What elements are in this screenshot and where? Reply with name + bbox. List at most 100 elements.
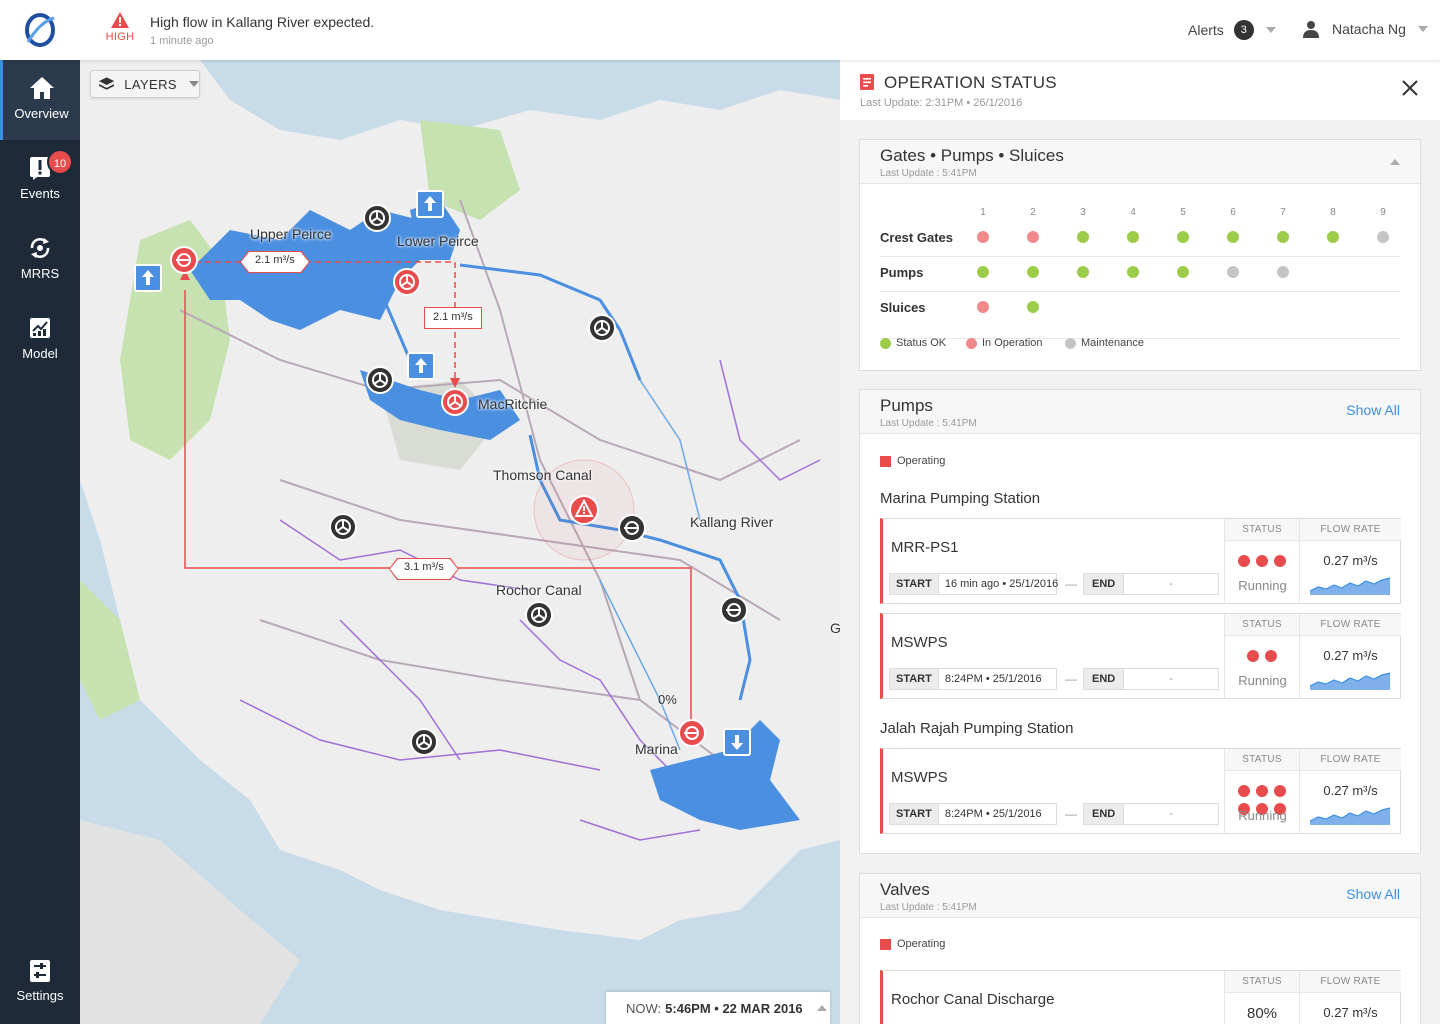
map-canvas[interactable] [80,60,840,1024]
layers-button[interactable]: LAYERS [90,70,200,98]
pump-unit-row[interactable]: MRR-PS1 START 16 min ago • 25/1/2016 — END - S… [880,518,1401,604]
status-dot[interactable] [977,266,989,278]
sidebar-item-events[interactable]: Events 10 [0,140,80,220]
card-header[interactable]: Gates • Pumps • Sluices Last Update : 5:… [860,140,1420,184]
chevron-up-icon[interactable] [816,1005,827,1011]
card-header: Pumps Last Update : 5:41PM Show All [860,390,1420,434]
running-dots [1225,636,1299,662]
show-all-link[interactable]: Show All [1346,402,1400,418]
status-row-label: Crest Gates [880,230,953,245]
flow-rate-header: FLOW RATE [1300,971,1401,993]
gate-up-icon[interactable] [407,352,435,380]
end-field: END - [1083,573,1219,595]
end-value: - [1169,808,1173,820]
status-dot[interactable] [977,301,989,313]
sidebar-item-settings[interactable]: Settings [0,944,80,1024]
status-dot[interactable] [1227,231,1239,243]
show-all-link[interactable]: Show All [1346,886,1400,902]
column-number: 2 [1030,207,1036,218]
now-value: 5:46PM • 22 MAR 2016 [665,1000,803,1016]
alerts-label: Alerts [1188,22,1224,38]
map-view[interactable]: LAYERS Upper Peirce Lower Peirce MacRitc… [80,60,840,1024]
status-dot[interactable] [1227,266,1239,278]
collapse-icon[interactable] [1390,159,1400,165]
status-dot[interactable] [1077,266,1089,278]
status-dot[interactable] [1177,231,1189,243]
chevron-down-icon [189,81,199,87]
valve-icon[interactable] [362,203,392,233]
status-dot[interactable] [1127,266,1139,278]
pump-flow-rate: FLOW RATE 0.27 m³/s [1299,519,1401,603]
card-header: Valves Last Update : 5:41PM Show All [860,874,1420,918]
valve-icon[interactable] [524,600,554,630]
status-dot[interactable] [1327,231,1339,243]
events-count-badge: 10 [47,149,73,175]
pump-station-icon[interactable] [169,245,199,275]
valve-icon[interactable] [587,313,617,343]
alert-severity[interactable]: HIGH [104,12,136,43]
valve-icon[interactable] [409,727,439,757]
pump-unit-row[interactable]: MSWPS START 8:24PM • 25/1/2016 — END - STATUS R… [880,748,1401,834]
valve-active-icon[interactable] [392,267,422,297]
pump-station-icon[interactable] [677,718,707,748]
start-field: START 8:24PM • 25/1/2016 [889,803,1057,825]
place-label: Kallang River [690,514,774,530]
place-label: MacRitchie [478,396,548,412]
column-number: 4 [1130,207,1136,218]
sidebar-item-overview[interactable]: Overview [0,60,80,140]
end-value: - [1169,578,1173,590]
valve-icon[interactable] [365,365,395,395]
station-title: Jalah Rajah Pumping Station [880,720,1074,737]
pump-station-icon[interactable] [719,595,749,625]
sidebar-item-model[interactable]: Model [0,300,80,380]
valve-active-icon[interactable] [440,387,470,417]
card-title: Gates • Pumps • Sluices [880,146,1064,165]
sidebar-item-mrrs[interactable]: MRRS [0,220,80,300]
status-dot[interactable] [1027,301,1039,313]
status-dot[interactable] [1027,231,1039,243]
layers-icon [99,77,115,90]
status-dot[interactable] [1277,266,1289,278]
status-dot[interactable] [1027,266,1039,278]
start-value: 8:24PM • 25/1/2016 [944,808,1042,820]
running-dot [1274,555,1286,567]
legend-maintenance: Maintenance [1065,337,1144,349]
start-label: START [890,804,939,824]
gate-up-icon[interactable] [134,264,162,292]
flow-rate-value: 3.1 m³/s [390,559,458,579]
end-label: END [1084,804,1125,824]
running-dot [1256,555,1268,567]
status-dot[interactable] [1077,231,1089,243]
status-dot[interactable] [1377,231,1389,243]
pump-unit-row[interactable]: MSWPS START 8:24PM • 25/1/2016 — END - STATUS R… [880,613,1401,699]
valve-icon[interactable] [328,512,358,542]
gate-percent-label: 0% [658,692,677,707]
status-dot[interactable] [1277,231,1289,243]
app-logo[interactable] [22,12,58,48]
close-icon[interactable] [1402,80,1418,96]
gate-up-icon[interactable] [416,190,444,218]
chevron-down-icon [1417,26,1428,32]
status-dot[interactable] [1177,266,1189,278]
pump-station-icon[interactable] [617,513,647,543]
start-value: 16 min ago • 25/1/2016 [944,578,1059,590]
flow-rate-label: 2.1 m³/s [240,251,310,273]
alert-message[interactable]: High flow in Kallang River expected. [150,14,374,30]
user-menu[interactable]: Natacha Ng [1302,20,1428,38]
place-label: G [830,620,840,636]
status-dot[interactable] [977,231,989,243]
range-dash: — [1065,577,1077,591]
alerts-dropdown[interactable]: Alerts 3 [1188,20,1276,40]
sidebar-item-label: Events [20,186,60,201]
status-header: STATUS [1225,749,1299,771]
pump-name: MSWPS [891,634,948,651]
legend-label: Operating [897,938,946,950]
legend-in-operation: In Operation [966,337,1043,349]
alert-marker-icon[interactable] [568,494,600,526]
valve-status: STATUS 80% [1224,971,1299,1024]
gate-down-icon[interactable] [723,728,751,756]
status-dot[interactable] [1127,231,1139,243]
valve-card-row[interactable]: Rochor Canal Discharge STATUS 80% FLOW R… [880,970,1401,1024]
timeline-bar[interactable]: NOW: 5:46PM • 22 MAR 2016 [606,992,830,1024]
start-field: START 16 min ago • 25/1/2016 [889,573,1058,595]
